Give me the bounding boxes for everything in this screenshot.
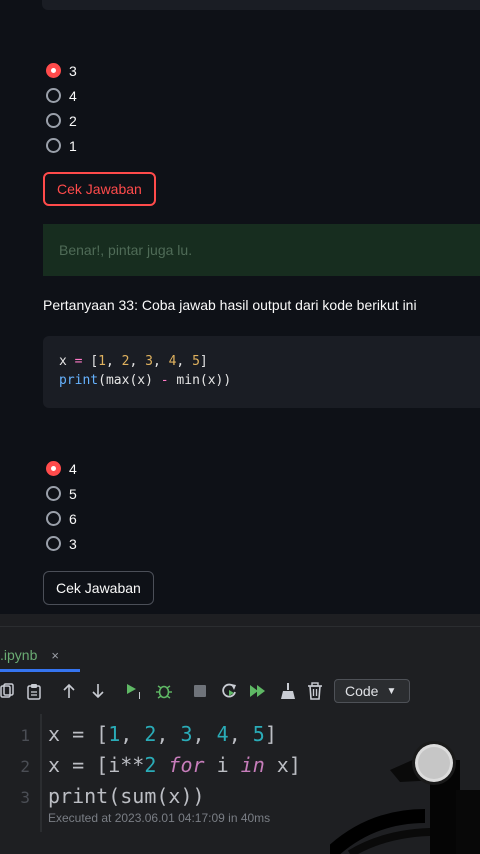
radio-unchecked-icon[interactable] [46, 113, 61, 128]
run-all-icon[interactable] [249, 682, 267, 700]
clear-outputs-icon[interactable] [280, 682, 296, 700]
move-up-icon[interactable] [62, 682, 76, 700]
line-number: 2 [20, 757, 30, 776]
code-line-2[interactable]: x = [i**2 for i in x] [48, 753, 301, 777]
code-line-1: x = [1, 2, 3, 4, 5] [59, 354, 208, 369]
radio-label: 4 [69, 460, 77, 477]
notebook-toolbar: I Code ▼ [0, 676, 480, 706]
cell-type-value: Code [345, 683, 379, 699]
editor-tab[interactable]: .ipynb × [0, 640, 59, 670]
radio-unchecked-icon[interactable] [46, 486, 61, 501]
radio-label: 3 [69, 62, 77, 79]
radio-group-previous: 3 4 2 1 [46, 58, 77, 158]
code-block: x = [1, 2, 3, 4, 5] print(max(x) - min(x… [43, 336, 480, 408]
radio-option[interactable]: 1 [46, 133, 77, 158]
radio-checked-icon[interactable] [46, 63, 61, 78]
cell-type-select[interactable]: Code ▼ [334, 679, 410, 703]
radio-option[interactable]: 6 [46, 506, 77, 531]
cell-margin-bar [40, 714, 42, 832]
radio-label: 5 [69, 485, 77, 502]
streamlit-app: 3 4 2 1 Cek Jawaban Benar!, pintar juga … [0, 0, 480, 614]
radio-label: 1 [69, 137, 77, 154]
radio-option[interactable]: 3 [46, 531, 77, 556]
paste-icon[interactable] [26, 682, 42, 700]
execution-status: Executed at 2023.06.01 04:17:09 in 40ms [48, 811, 271, 825]
svg-text:I: I [138, 691, 141, 700]
cek-jawaban-button[interactable]: Cek Jawaban [43, 571, 154, 605]
previous-block-edge [42, 0, 480, 10]
divider [0, 626, 480, 627]
success-message: Benar!, pintar juga lu. [59, 242, 193, 258]
question-title: Pertanyaan 33: Coba jawab hasil output d… [43, 297, 417, 313]
radio-option[interactable]: 2 [46, 108, 77, 133]
radio-unchecked-icon[interactable] [46, 138, 61, 153]
close-icon[interactable]: × [51, 648, 59, 663]
radio-group-q33: 4 5 6 3 [46, 456, 77, 556]
code-line-1[interactable]: x = [1, 2, 3, 4, 5] [48, 722, 277, 746]
radio-checked-icon[interactable] [46, 461, 61, 476]
radio-option[interactable]: 5 [46, 481, 77, 506]
success-alert: Benar!, pintar juga lu. [43, 224, 480, 276]
radio-unchecked-icon[interactable] [46, 511, 61, 526]
radio-label: 6 [69, 510, 77, 527]
cek-jawaban-button-active[interactable]: Cek Jawaban [43, 172, 156, 206]
radio-unchecked-icon[interactable] [46, 536, 61, 551]
radio-unchecked-icon[interactable] [46, 88, 61, 103]
line-number: 3 [20, 788, 30, 807]
restart-kernel-icon[interactable] [220, 682, 238, 700]
copy-icon[interactable] [0, 682, 14, 700]
run-cell-icon[interactable]: I [125, 682, 147, 700]
radio-label: 3 [69, 535, 77, 552]
radio-option[interactable]: 4 [46, 83, 77, 108]
radio-label: 2 [69, 112, 77, 129]
delete-cell-icon[interactable] [307, 682, 323, 700]
debug-icon[interactable] [155, 682, 173, 700]
move-down-icon[interactable] [91, 682, 105, 700]
line-number: 1 [20, 726, 30, 745]
radio-label: 4 [69, 87, 77, 104]
stop-icon[interactable] [193, 682, 207, 700]
radio-option[interactable]: 3 [46, 58, 77, 83]
chevron-down-icon: ▼ [386, 685, 397, 697]
webcam-overlay [330, 741, 480, 854]
active-tab-indicator [0, 669, 80, 672]
code-line-2: print(max(x) - min(x)) [59, 373, 232, 388]
tab-filename[interactable]: .ipynb [0, 647, 37, 663]
radio-option[interactable]: 4 [46, 456, 77, 481]
code-line-3[interactable]: print(sum(x)) [48, 784, 205, 808]
